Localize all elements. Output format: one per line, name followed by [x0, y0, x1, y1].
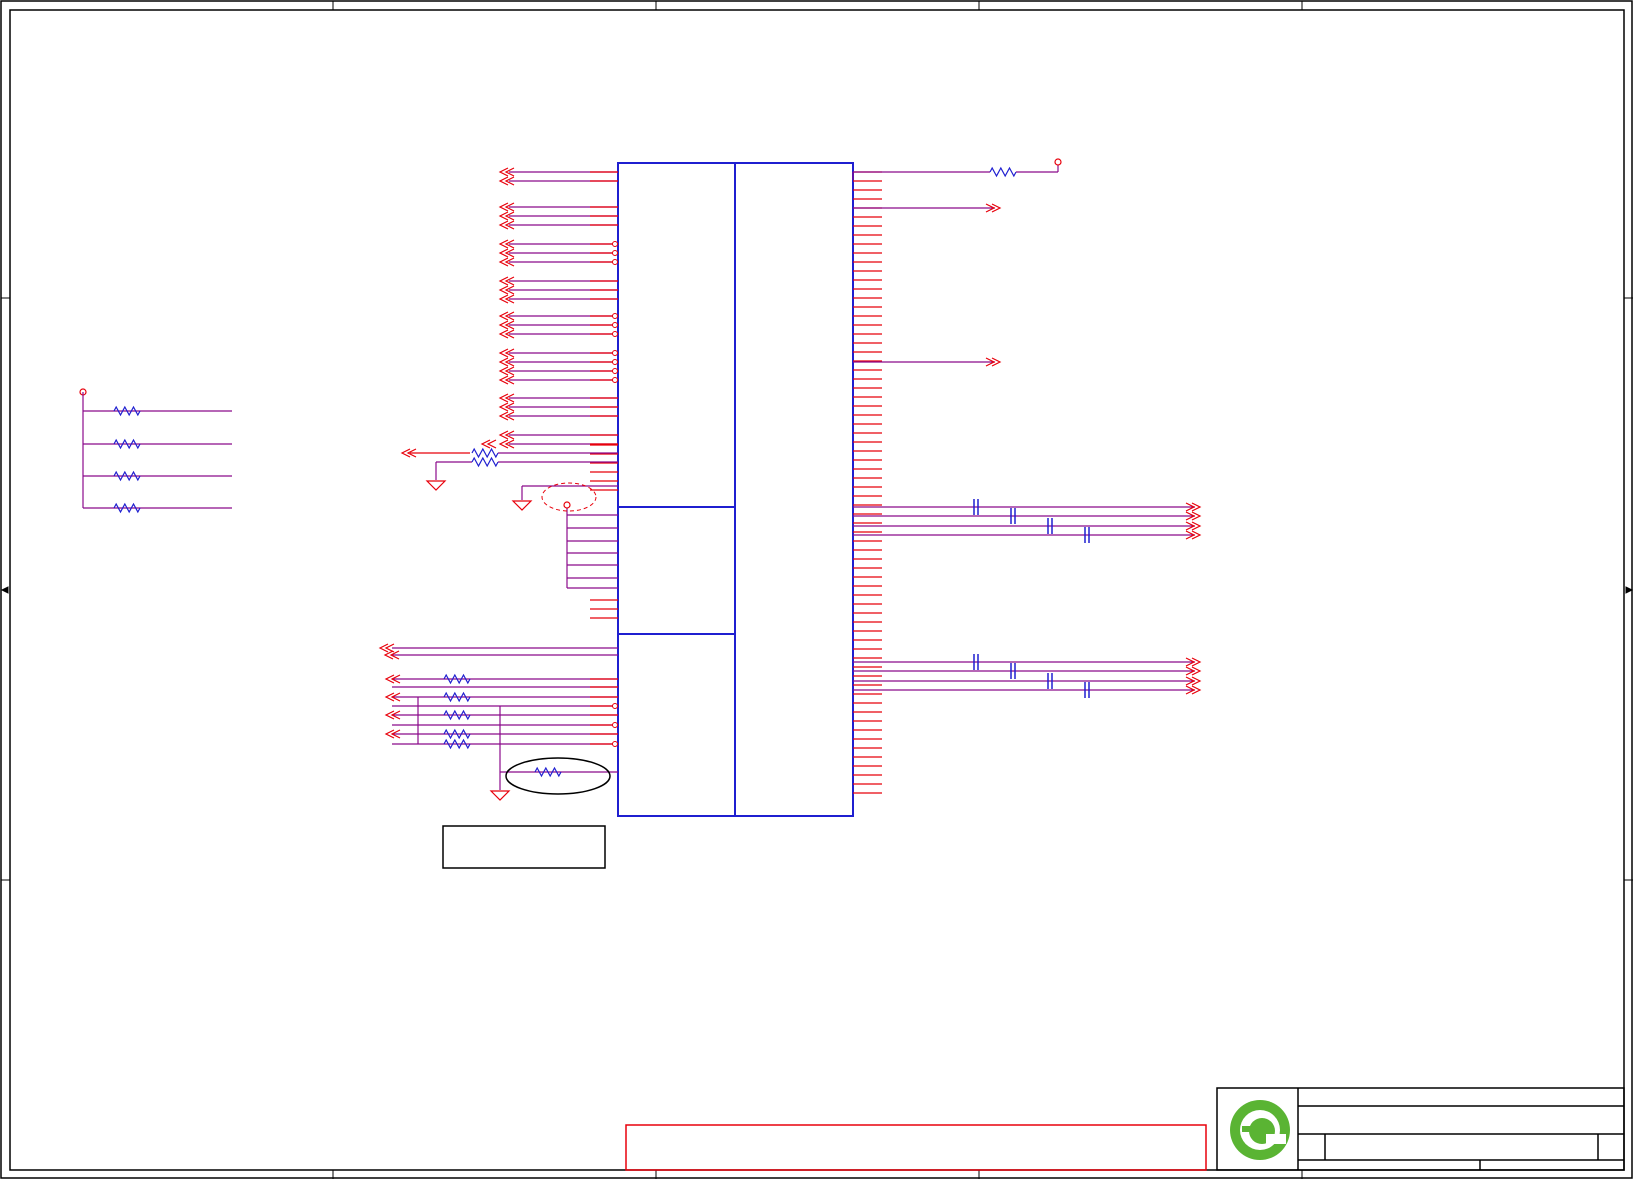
notes-box — [442, 825, 606, 869]
resistor-icon — [113, 470, 141, 482]
ground-icon — [425, 480, 447, 491]
resistor-icon — [471, 447, 499, 459]
zone-ticks — [0, 1, 1634, 1179]
zone-arrow-icon — [1625, 586, 1634, 594]
resistor-icon — [443, 728, 471, 740]
test-point-icon — [612, 331, 618, 337]
revision-box — [625, 1124, 1207, 1171]
resistor-icon — [113, 438, 141, 450]
resistor-icon — [113, 405, 141, 417]
solid-highlight-ellipse — [505, 757, 611, 795]
test-point-icon — [612, 259, 618, 265]
test-point-icon — [612, 741, 618, 747]
test-point-icon — [612, 241, 618, 247]
test-point-icon — [612, 722, 618, 728]
power-port-icon — [1054, 158, 1062, 166]
resistor-icon — [443, 709, 471, 721]
resistor-icon — [989, 166, 1017, 178]
discrete-parts — [79, 158, 1090, 801]
resistor-icon — [443, 691, 471, 703]
power-port-icon — [563, 501, 571, 509]
schematic-sheet — [0, 0, 1634, 1179]
offpage-connector-left-icon — [480, 439, 497, 449]
resistor-icon — [471, 456, 499, 468]
resistor-icon — [443, 673, 471, 685]
test-point-icon — [612, 359, 618, 365]
right-pin-wires — [852, 162, 1202, 794]
ic-symbol — [617, 162, 854, 817]
zone-arrow-icon — [0, 586, 9, 594]
resistor-icon — [443, 738, 471, 750]
green-circle-e-logo-icon — [1230, 1100, 1290, 1160]
test-point-icon — [612, 368, 618, 374]
resistor-icon — [534, 766, 562, 778]
test-point-icon — [612, 250, 618, 256]
ground-icon — [489, 790, 511, 801]
test-point-icon — [612, 322, 618, 328]
resistor-icon — [113, 502, 141, 514]
test-point-icon — [612, 703, 618, 709]
left-pin-wires — [378, 167, 618, 790]
test-point-icon — [612, 313, 618, 319]
sheet-border — [0, 0, 1633, 1179]
offpage-connector-left-icon — [378, 643, 395, 653]
test-point-icon — [612, 377, 618, 383]
test-point-icon — [612, 350, 618, 356]
ground-icon — [511, 500, 533, 511]
